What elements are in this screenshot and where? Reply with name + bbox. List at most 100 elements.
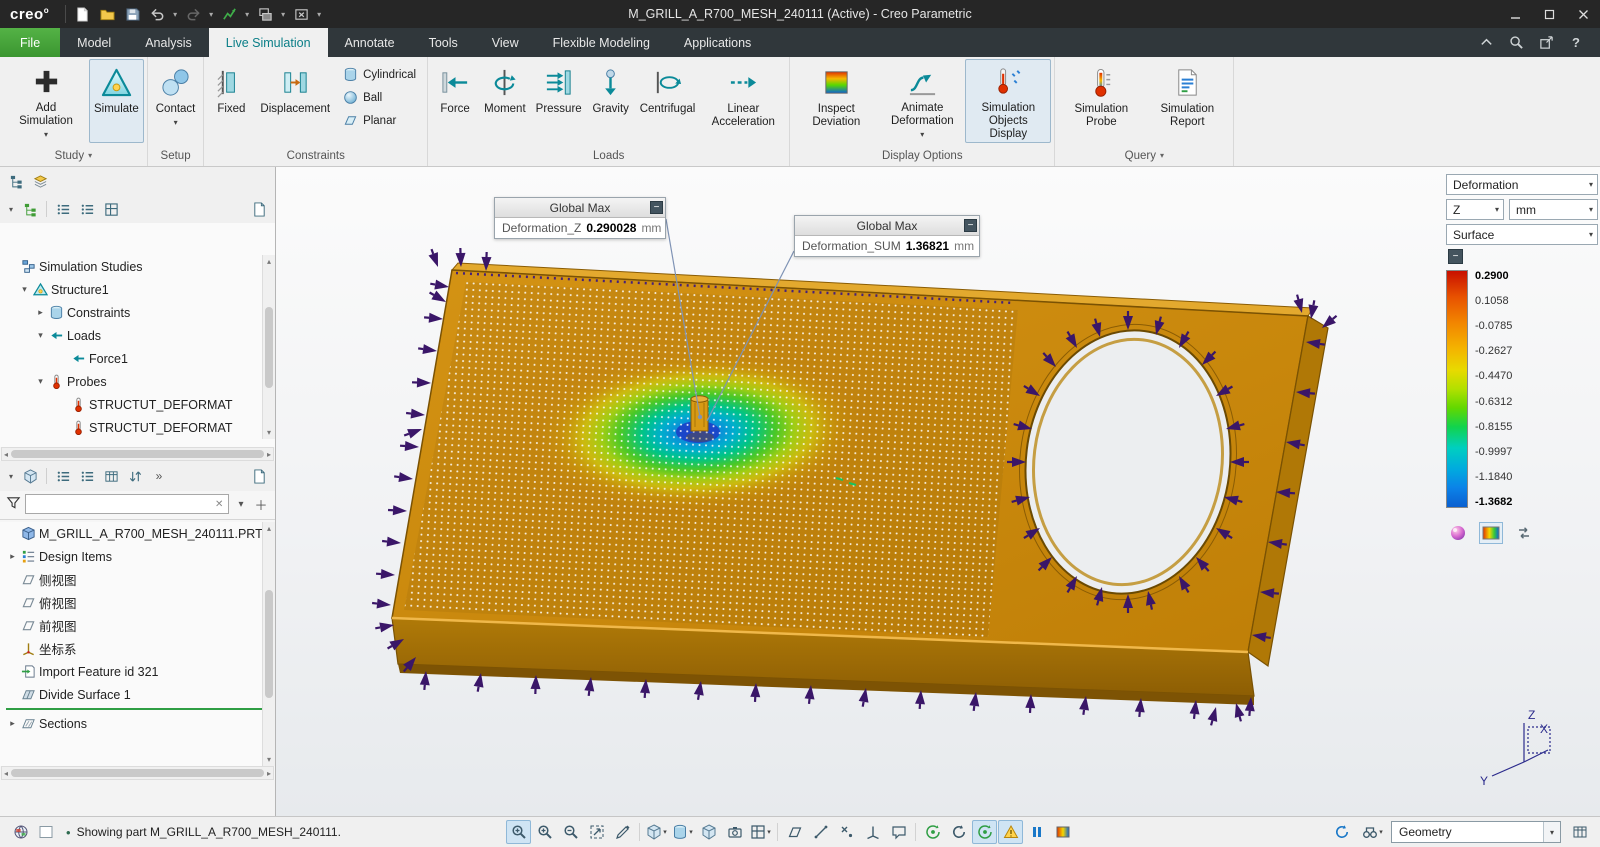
find-button[interactable]: ▾ — [1360, 820, 1385, 844]
tree-selector-caret[interactable]: ▾ — [5, 205, 17, 214]
tab-tools[interactable]: Tools — [412, 28, 475, 57]
tab-annotate[interactable]: Annotate — [328, 28, 412, 57]
tree-show-icon[interactable] — [19, 198, 41, 220]
display-style-button[interactable]: ▾ — [670, 820, 695, 844]
layer-tree-icon[interactable] — [29, 170, 51, 192]
graphics-settings-button[interactable]: ▾ — [748, 820, 773, 844]
filter-options-caret[interactable]: ▾ — [233, 495, 249, 513]
open-file-button[interactable] — [95, 2, 119, 26]
tree-list-icon[interactable] — [52, 198, 74, 220]
feature-settings-doc-icon[interactable] — [248, 465, 270, 487]
force-button[interactable]: Force — [431, 59, 479, 143]
zoom-window-button[interactable] — [506, 820, 531, 844]
redo-dropdown-caret[interactable]: ▾ — [206, 10, 216, 19]
sim-objects-toggle-button[interactable] — [972, 820, 997, 844]
feature-list-icon[interactable] — [52, 465, 74, 487]
group-label-query[interactable]: Query ▾ — [1058, 145, 1230, 166]
planar-button[interactable]: Planar — [339, 111, 420, 130]
share-icon[interactable] — [1534, 31, 1558, 55]
regenerate-dropdown-caret[interactable]: ▾ — [242, 10, 252, 19]
3d-model[interactable] — [391, 262, 1329, 705]
cylindrical-button[interactable]: Cylindrical — [339, 65, 420, 84]
shaded-result-icon[interactable] — [1446, 522, 1470, 544]
model-colors-icon[interactable] — [8, 820, 33, 844]
axis-display-button[interactable] — [808, 820, 833, 844]
point-display-button[interactable] — [834, 820, 859, 844]
tree-settings-doc-icon[interactable] — [248, 198, 270, 220]
tree-item-divide-surface[interactable]: Divide Surface 1 — [0, 683, 275, 706]
customize-qat-caret[interactable]: ▾ — [314, 10, 324, 19]
csys-display-button[interactable] — [860, 820, 885, 844]
tree-item-side-view-plane[interactable]: 侧视图 — [0, 568, 275, 591]
windows-button[interactable] — [253, 2, 277, 26]
feature-tree-vertical-scrollbar[interactable]: ▴ ▾ — [262, 522, 275, 766]
insert-locator-line[interactable] — [6, 708, 269, 710]
perspective-button[interactable] — [696, 820, 721, 844]
tab-live-simulation[interactable]: Live Simulation — [208, 28, 328, 57]
animate-deformation-button[interactable]: Animate Deformation ▾ — [879, 59, 965, 143]
feature-list2-icon[interactable] — [76, 465, 98, 487]
selection-filter-select[interactable]: Geometry ▾ — [1391, 821, 1561, 843]
minimize-button[interactable] — [1498, 0, 1532, 28]
tree-item-sections[interactable]: ▸ Sections — [0, 712, 275, 735]
tree-item-probe-deformation-2[interactable]: STRUCTUT_DEFORMAT — [0, 416, 275, 439]
filter-clear-icon[interactable]: ✕ — [215, 499, 229, 510]
tree-item-probe-deformation-1[interactable]: STRUCTUT_DEFORMAT — [0, 393, 275, 416]
sim-warning-display-button[interactable] — [998, 820, 1023, 844]
displacement-button[interactable]: Displacement — [255, 59, 335, 143]
simulation-probe-button[interactable]: Simulation Probe — [1058, 59, 1144, 143]
tree-item-constraints[interactable]: ▸ Constraints — [0, 301, 275, 324]
tab-model[interactable]: Model — [60, 28, 128, 57]
zoom-out-button[interactable] — [558, 820, 583, 844]
feature-tree-selector-caret[interactable]: ▾ — [5, 472, 17, 481]
tree-item-coordinate-system[interactable]: 坐标系 — [0, 637, 275, 660]
moment-button[interactable]: Moment — [479, 59, 531, 143]
simulation-tree-horizontal-scrollbar[interactable]: ◂ ▸ — [1, 447, 274, 461]
feature-tree-box-icon[interactable] — [19, 465, 41, 487]
color-legend-button[interactable] — [1050, 820, 1075, 844]
regenerate-button[interactable] — [217, 2, 241, 26]
fixed-button[interactable]: Fixed — [207, 59, 255, 143]
tree-item-probes[interactable]: ▾ Probes — [0, 370, 275, 393]
redo-button[interactable] — [181, 2, 205, 26]
add-simulation-button[interactable]: Add Simulation ▾ — [3, 59, 89, 143]
tree-list2-icon[interactable] — [76, 198, 98, 220]
tree-item-simulation-studies[interactable]: Simulation Studies — [0, 255, 275, 278]
unit-select[interactable]: mm ▾ — [1509, 199, 1598, 220]
close-button[interactable] — [1566, 0, 1600, 28]
simulate-button[interactable]: Simulate — [89, 59, 144, 143]
minimize-ribbon-icon[interactable] — [1474, 31, 1498, 55]
feature-tree-horizontal-scrollbar[interactable]: ◂ ▸ — [1, 766, 274, 780]
tab-applications[interactable]: Applications — [667, 28, 768, 57]
contact-button[interactable]: Contact ▾ — [151, 59, 201, 143]
capture-button[interactable] — [722, 820, 747, 844]
tree-item-structure1[interactable]: ▾ Structure1 — [0, 278, 275, 301]
undo-button[interactable] — [145, 2, 169, 26]
tab-view[interactable]: View — [475, 28, 536, 57]
zoom-in-button[interactable] — [532, 820, 557, 844]
legend-collapse-button[interactable]: − — [1448, 249, 1463, 264]
maximize-button[interactable] — [1532, 0, 1566, 28]
tree-item-front-view-plane[interactable]: 前视图 — [0, 614, 275, 637]
annotation-collapse-button[interactable]: − — [964, 219, 977, 232]
new-file-button[interactable] — [70, 2, 94, 26]
feature-table-icon[interactable] — [100, 465, 122, 487]
tree-item-part-root[interactable]: M_GRILL_A_R700_MESH_240111.PRT — [0, 522, 275, 545]
component-select[interactable]: Z ▾ — [1446, 199, 1504, 220]
tab-flexible-modeling[interactable]: Flexible Modeling — [536, 28, 667, 57]
tree-item-design-items[interactable]: ▸ Design Items — [0, 545, 275, 568]
model-tree-icon[interactable] — [5, 170, 27, 192]
display-type-select[interactable]: Surface ▾ — [1446, 224, 1598, 245]
spin-center-button[interactable] — [920, 820, 945, 844]
pause-simulation-button[interactable] — [1024, 820, 1049, 844]
simulation-report-button[interactable]: Simulation Report — [1144, 59, 1230, 143]
filter-add-button[interactable]: ＋ — [253, 495, 269, 513]
help-icon[interactable]: ? — [1564, 31, 1588, 55]
windows-dropdown-caret[interactable]: ▾ — [278, 10, 288, 19]
saved-orientations-button[interactable]: ▾ — [644, 820, 669, 844]
fringe-display-icon[interactable] — [1479, 522, 1503, 544]
undo-dropdown-caret[interactable]: ▾ — [170, 10, 180, 19]
tree-columns-icon[interactable] — [100, 198, 122, 220]
simulation-objects-display-button[interactable]: Simulation Objects Display — [965, 59, 1052, 143]
tree-item-loads[interactable]: ▾ Loads — [0, 324, 275, 347]
